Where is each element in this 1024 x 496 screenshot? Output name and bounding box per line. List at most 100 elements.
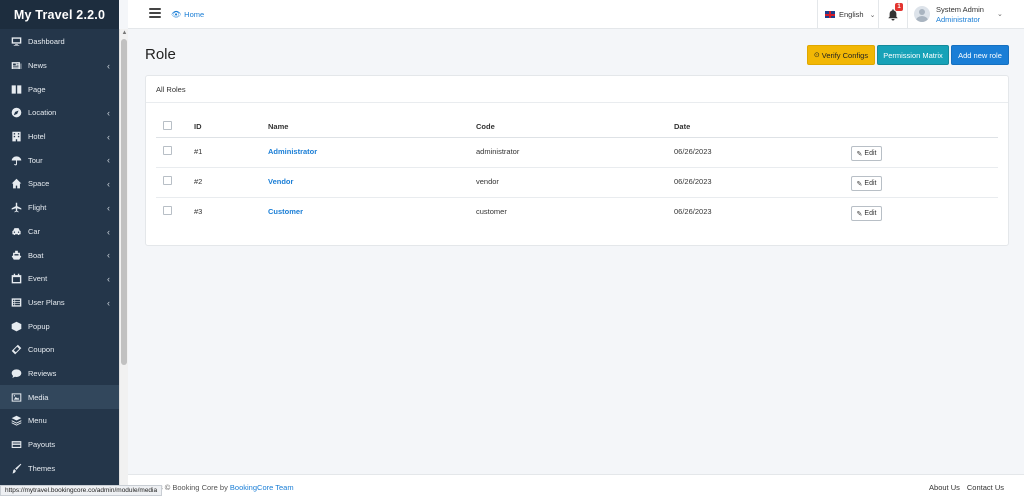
- edit-label: Edit: [864, 180, 877, 187]
- chevron-left-icon: ‹: [107, 250, 110, 261]
- edit-button[interactable]: ✎ Edit: [851, 206, 882, 221]
- roles-table: ID Name Code Date #1 Administrator admin…: [156, 113, 998, 228]
- image-icon: [10, 391, 22, 403]
- chevron-left-icon: ‹: [107, 202, 110, 213]
- home-icon: [10, 178, 22, 190]
- footer-links: About Us Contact Us: [929, 483, 1004, 492]
- sidebar-item-menu[interactable]: Menu: [0, 409, 119, 433]
- sidebar: My Travel 2.2.0 Dashboard News ‹ Page Lo…: [0, 0, 119, 496]
- contact-us-link[interactable]: Contact Us: [967, 483, 1004, 492]
- sidebar-item-label: Car: [28, 226, 41, 236]
- sidebar-item-label: Payouts: [28, 440, 56, 450]
- language-selector[interactable]: English ⌄: [825, 10, 875, 19]
- row-checkbox[interactable]: [163, 176, 172, 185]
- sidebar-item-label: Hotel: [28, 132, 46, 142]
- sidebar-item-coupon[interactable]: Coupon: [0, 338, 119, 362]
- panel-title: All Roles: [146, 76, 1008, 103]
- monitor-icon: [10, 36, 22, 48]
- eye-icon: 👁: [171, 10, 182, 19]
- plane-icon: [10, 202, 22, 214]
- sidebar-item-label: Event: [28, 274, 48, 284]
- edit-button[interactable]: ✎ Edit: [851, 176, 882, 191]
- role-date: 06/26/2023: [674, 177, 712, 186]
- ship-icon: [10, 249, 22, 261]
- sidebar-item-location[interactable]: Location ‹: [0, 101, 119, 125]
- chevron-left-icon: ‹: [107, 131, 110, 142]
- table-row: #2 Vendor vendor 06/26/2023 ✎ Edit: [156, 168, 998, 198]
- credit-card-icon: [10, 439, 22, 451]
- role-name-link[interactable]: Administrator: [268, 147, 317, 156]
- user-name[interactable]: System Admin: [936, 5, 984, 14]
- sidebar-item-event[interactable]: Event ‹: [0, 267, 119, 291]
- sidebar-item-label: Popup: [28, 321, 50, 331]
- header-divider: [878, 0, 879, 29]
- sidebar-item-car[interactable]: Car ‹: [0, 220, 119, 244]
- sidebar-item-flight[interactable]: Flight ‹: [0, 196, 119, 220]
- chevron-down-icon[interactable]: ⌄: [997, 10, 1003, 18]
- about-us-link[interactable]: About Us: [929, 483, 960, 492]
- sidebar-item-dashboard[interactable]: Dashboard: [0, 30, 119, 54]
- edit-icon: ✎: [856, 150, 863, 158]
- chevron-down-icon: ⌄: [869, 11, 876, 19]
- verify-configs-label: Verify Configs: [821, 50, 869, 60]
- page-footer: 2023 © Booking Core by BookingCore Team …: [128, 474, 1024, 496]
- column-header-code: Code: [476, 122, 495, 131]
- brush-icon: [10, 462, 22, 474]
- permission-matrix-button[interactable]: Permission Matrix: [877, 45, 949, 65]
- sidebar-item-user-plans[interactable]: User Plans ‹: [0, 291, 119, 315]
- hamburger-menu-icon[interactable]: [149, 8, 161, 20]
- sidebar-item-space[interactable]: Space ‹: [0, 172, 119, 196]
- chevron-left-icon: ‹: [107, 108, 110, 119]
- add-new-role-button[interactable]: Add new role: [951, 45, 1009, 65]
- sidebar-item-news[interactable]: News ‹: [0, 54, 119, 78]
- verify-configs-button[interactable]: ⊙ Verify Configs: [807, 45, 875, 65]
- sidebar-item-label: Dashboard: [28, 37, 65, 47]
- page-title: Role: [145, 46, 176, 63]
- sidebar-item-label: Media: [28, 392, 49, 402]
- edit-label: Edit: [864, 150, 877, 157]
- sidebar-item-hotel[interactable]: Hotel ‹: [0, 125, 119, 149]
- edit-icon: ✎: [856, 210, 863, 218]
- building-icon: [10, 131, 22, 143]
- breadcrumb-home[interactable]: 👁 Home: [171, 10, 204, 19]
- sidebar-item-label: Space: [28, 179, 50, 189]
- sidebar-item-label: User Plans: [28, 297, 65, 307]
- column-header-date: Date: [674, 122, 691, 131]
- newspaper-icon: [10, 60, 22, 72]
- notification-count-badge: 1: [895, 3, 903, 11]
- sidebar-item-popup[interactable]: Popup: [0, 314, 119, 338]
- role-name-link[interactable]: Vendor: [268, 177, 293, 186]
- chevron-left-icon: ‹: [107, 60, 110, 71]
- sidebar-item-reviews[interactable]: Reviews: [0, 362, 119, 386]
- scroll-up-icon[interactable]: ▲: [121, 30, 128, 37]
- sidebar-item-media[interactable]: Media: [0, 385, 119, 409]
- sidebar-scrollbar[interactable]: ▲: [119, 29, 128, 496]
- list-icon: [10, 296, 22, 308]
- role-name-link[interactable]: Customer: [268, 207, 303, 216]
- sidebar-item-label: Boat: [28, 250, 44, 260]
- footer-copyright: 2023 © Booking Core by BookingCore Team: [146, 483, 294, 492]
- comment-icon: [10, 367, 22, 379]
- sidebar-item-themes[interactable]: Themes: [0, 456, 119, 480]
- chevron-left-icon: ‹: [107, 179, 110, 190]
- user-role[interactable]: Administrator: [936, 15, 980, 24]
- avatar[interactable]: [914, 6, 930, 22]
- row-checkbox[interactable]: [163, 146, 172, 155]
- uk-flag-icon: [825, 11, 835, 18]
- role-date: 06/26/2023: [674, 147, 712, 156]
- select-all-checkbox[interactable]: [163, 121, 172, 130]
- sidebar-item-page[interactable]: Page: [0, 77, 119, 101]
- sidebar-item-label: Flight: [28, 203, 47, 213]
- sidebar-item-tour[interactable]: Tour ‹: [0, 148, 119, 172]
- column-header-name: Name: [268, 122, 289, 131]
- bookingcore-team-link[interactable]: BookingCore Team: [230, 483, 294, 492]
- edit-button[interactable]: ✎ Edit: [851, 146, 882, 161]
- sidebar-item-boat[interactable]: Boat ‹: [0, 243, 119, 267]
- row-checkbox[interactable]: [163, 206, 172, 215]
- table-row: #3 Customer customer 06/26/2023 ✎ Edit: [156, 198, 998, 228]
- sidebar-item-payouts[interactable]: Payouts: [0, 433, 119, 457]
- role-id: #3: [194, 207, 203, 216]
- scrollbar-thumb[interactable]: [121, 39, 127, 365]
- app-title[interactable]: My Travel 2.2.0: [0, 0, 119, 29]
- header-divider: [907, 0, 908, 29]
